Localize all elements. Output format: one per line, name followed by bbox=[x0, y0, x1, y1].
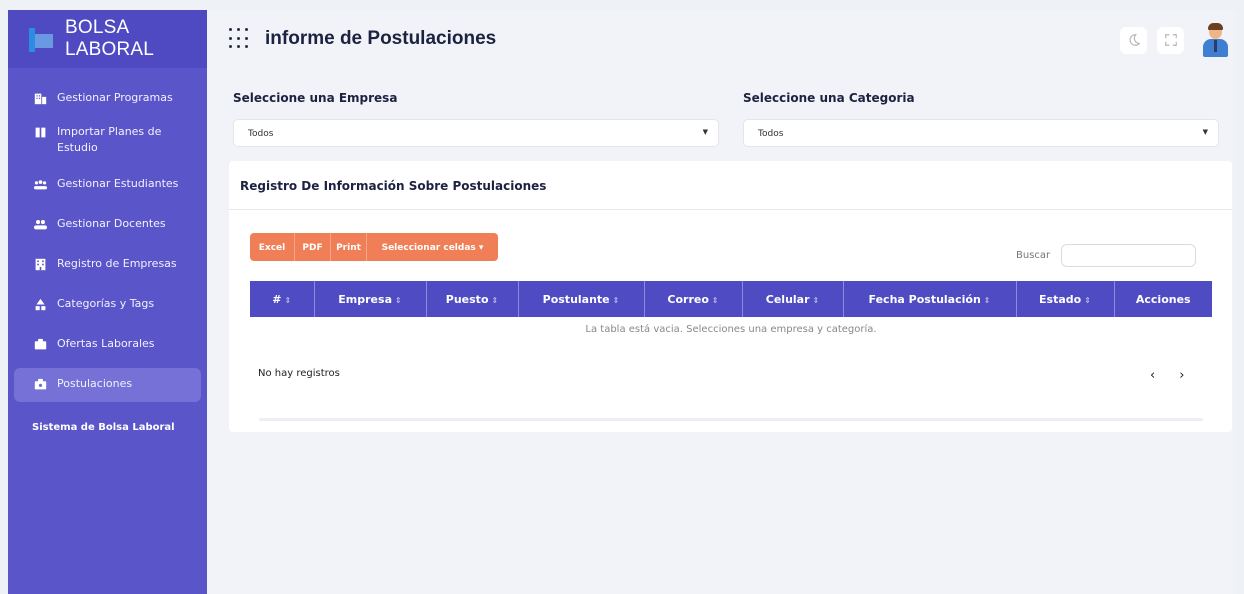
fullscreen-icon bbox=[1164, 34, 1177, 46]
table-header-row: # ⇕ Empresa ⇕ Puesto ⇕ Postulante ⇕ Correo ⇕ … bbox=[250, 281, 1212, 317]
sidebar-item-gestionar-docentes[interactable]: Gestionar Docentes bbox=[14, 208, 201, 242]
building-icon bbox=[32, 90, 48, 106]
fullscreen-button[interactable] bbox=[1157, 26, 1184, 54]
table-row: La tabla está vacia. Selecciones una emp… bbox=[250, 317, 1212, 341]
search-input[interactable] bbox=[1061, 244, 1196, 267]
records-info: No hay registros bbox=[258, 368, 340, 379]
empresa-select-value: Todos bbox=[248, 129, 274, 139]
sidebar-item-label: Registro de Empresas bbox=[57, 257, 177, 270]
sidebar-item-label: Gestionar Estudiantes bbox=[57, 177, 179, 190]
chevron-down-icon: ▼ bbox=[702, 128, 708, 136]
users-icon bbox=[32, 176, 48, 192]
sort-icon: ⇕ bbox=[395, 295, 402, 305]
building-icon bbox=[32, 256, 48, 272]
chevron-right-icon[interactable]: › bbox=[1179, 368, 1184, 383]
sort-icon: ⇕ bbox=[983, 295, 991, 305]
column-header-fecha-postulacion[interactable]: Fecha Postulación ⇕ bbox=[843, 281, 1017, 317]
chevron-left-icon[interactable]: ‹ bbox=[1150, 368, 1155, 383]
sidebar-nav: Gestionar Programas Importar Planes de E… bbox=[8, 68, 207, 402]
brand[interactable]: BOLSA LABORAL bbox=[8, 10, 207, 68]
select-cells-button[interactable]: Seleccionar celdas ▾ bbox=[367, 233, 498, 261]
print-button[interactable]: Print bbox=[331, 233, 367, 261]
topbar-actions bbox=[1120, 23, 1230, 57]
empresa-label: Seleccione una Empresa bbox=[233, 91, 398, 105]
column-header-acciones: Acciones bbox=[1114, 281, 1212, 317]
brand-title: BOLSA LABORAL bbox=[64, 17, 155, 60]
column-header-estado[interactable]: Estado ⇕ bbox=[1016, 281, 1115, 317]
app-frame: BOLSA LABORAL Gestionar Programas Import… bbox=[8, 10, 1236, 594]
page-title: informe de Postulaciones bbox=[265, 28, 497, 49]
card-title: Registro De Información Sobre Postulacio… bbox=[229, 161, 1232, 210]
book-icon bbox=[32, 124, 48, 140]
sidebar-item-importar-planes[interactable]: Importar Planes de Estudio bbox=[14, 116, 201, 162]
sidebar-item-gestionar-programas[interactable]: Gestionar Programas bbox=[14, 82, 201, 116]
sort-icon: ⇕ bbox=[812, 295, 820, 305]
pagination: ‹ › bbox=[1150, 368, 1184, 383]
briefcase-user-icon bbox=[32, 376, 48, 392]
sidebar-item-ofertas-laborales[interactable]: Ofertas Laborales bbox=[14, 328, 201, 362]
search-label: Buscar bbox=[1016, 250, 1051, 261]
user-group-icon bbox=[32, 216, 48, 232]
sidebar-item-label: Gestionar Docentes bbox=[57, 217, 166, 230]
chevron-down-icon: ▼ bbox=[1202, 128, 1208, 136]
postulaciones-card: Registro De Información Sobre Postulacio… bbox=[229, 161, 1232, 432]
empresa-select[interactable]: Todos ▼ bbox=[233, 119, 719, 147]
postulaciones-table: # ⇕ Empresa ⇕ Puesto ⇕ Postulante ⇕ Correo ⇕ … bbox=[250, 281, 1212, 341]
avatar[interactable] bbox=[1200, 23, 1230, 57]
sidebar-item-gestionar-estudiantes[interactable]: Gestionar Estudiantes bbox=[14, 168, 201, 202]
column-header-puesto[interactable]: Puesto ⇕ bbox=[426, 281, 519, 317]
column-header-celular[interactable]: Celular ⇕ bbox=[742, 281, 844, 317]
column-header-number[interactable]: # ⇕ bbox=[250, 281, 315, 317]
brand-logo bbox=[26, 24, 53, 54]
horizontal-scrollbar[interactable] bbox=[259, 418, 1203, 421]
dark-mode-toggle[interactable] bbox=[1120, 26, 1147, 54]
apps-grid-icon[interactable] bbox=[229, 28, 251, 50]
briefcase-icon bbox=[32, 336, 48, 352]
sidebar-item-label: Importar Planes de Estudio bbox=[57, 125, 162, 154]
sidebar-item-label: Ofertas Laborales bbox=[57, 337, 155, 350]
sort-icon: ⇕ bbox=[1084, 295, 1091, 305]
sort-icon: ⇕ bbox=[711, 295, 719, 305]
column-header-empresa[interactable]: Empresa ⇕ bbox=[314, 281, 427, 317]
categoria-select-value: Todos bbox=[758, 129, 784, 139]
column-header-correo[interactable]: Correo ⇕ bbox=[644, 281, 743, 317]
categoria-label: Seleccione una Categoria bbox=[743, 91, 915, 105]
sidebar-item-label: Gestionar Programas bbox=[57, 91, 173, 104]
sidebar: BOLSA LABORAL Gestionar Programas Import… bbox=[8, 10, 207, 594]
export-buttons: Excel PDF Print Seleccionar celdas ▾ bbox=[250, 233, 498, 261]
empty-table-message: La tabla está vacia. Selecciones una emp… bbox=[585, 323, 877, 335]
sidebar-item-label: Postulaciones bbox=[57, 377, 133, 390]
sidebar-item-label: Categorías y Tags bbox=[57, 297, 155, 310]
topbar: informe de Postulaciones bbox=[207, 10, 1236, 68]
sort-icon: ⇕ bbox=[284, 295, 292, 305]
sort-icon: ⇕ bbox=[612, 295, 620, 305]
sidebar-item-registro-empresas[interactable]: Registro de Empresas bbox=[14, 248, 201, 282]
pdf-button[interactable]: PDF bbox=[295, 233, 331, 261]
sort-icon: ⇕ bbox=[491, 295, 499, 305]
sidebar-item-categorias-tags[interactable]: Categorías y Tags bbox=[14, 288, 201, 322]
shapes-icon bbox=[32, 296, 48, 312]
sidebar-item-postulaciones[interactable]: Postulaciones bbox=[14, 368, 201, 402]
column-header-postulante[interactable]: Postulante ⇕ bbox=[518, 281, 645, 317]
excel-button[interactable]: Excel bbox=[250, 233, 295, 261]
system-title: Sistema de Bolsa Laboral bbox=[32, 422, 175, 433]
categoria-select[interactable]: Todos ▼ bbox=[743, 119, 1219, 147]
moon-icon bbox=[1129, 34, 1140, 46]
